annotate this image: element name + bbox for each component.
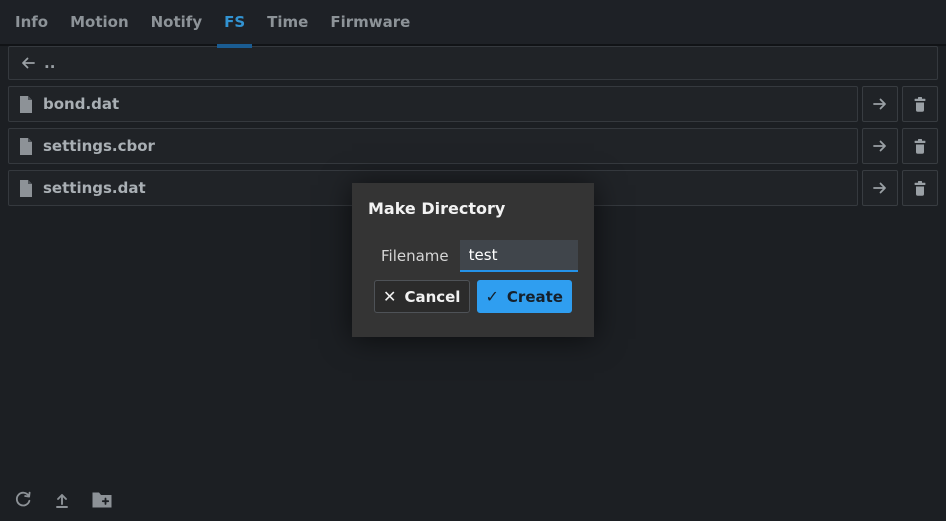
arrow-right-icon bbox=[871, 179, 889, 197]
new-folder-button[interactable] bbox=[92, 492, 112, 508]
file-name: settings.dat bbox=[43, 179, 146, 197]
trash-icon bbox=[911, 95, 929, 113]
delete-file-button[interactable] bbox=[902, 128, 938, 164]
file-line: bond.dat bbox=[8, 86, 938, 122]
file-name: settings.cbor bbox=[43, 137, 155, 155]
tab-fs[interactable]: FS bbox=[224, 0, 245, 44]
create-button[interactable]: ✓ Create bbox=[477, 280, 573, 313]
dialog-title: Make Directory bbox=[368, 199, 578, 218]
filename-label: Filename bbox=[381, 247, 449, 265]
tab-bar: Info Motion Notify FS Time Firmware bbox=[0, 0, 946, 46]
delete-file-button[interactable] bbox=[902, 170, 938, 206]
arrow-right-icon bbox=[871, 137, 889, 155]
open-file-button[interactable] bbox=[862, 128, 898, 164]
refresh-button[interactable] bbox=[14, 491, 32, 509]
filename-field-row: Filename bbox=[368, 240, 578, 272]
parent-directory-label: .. bbox=[44, 54, 55, 72]
file-icon bbox=[19, 96, 33, 113]
new-folder-icon bbox=[92, 492, 112, 508]
x-icon: ✕ bbox=[383, 287, 396, 306]
open-file-button[interactable] bbox=[862, 170, 898, 206]
upload-button[interactable] bbox=[53, 491, 71, 509]
trash-icon bbox=[911, 137, 929, 155]
make-directory-dialog: Make Directory Filename ✕ Cancel ✓ Creat… bbox=[352, 183, 594, 337]
open-file-button[interactable] bbox=[862, 86, 898, 122]
bottom-toolbar bbox=[14, 491, 112, 509]
file-browser: .. bond.dat bbox=[0, 46, 946, 206]
upload-icon bbox=[53, 491, 71, 509]
file-row-settings-cbor[interactable]: settings.cbor bbox=[8, 128, 858, 164]
cancel-button-label: Cancel bbox=[404, 288, 460, 306]
tab-time[interactable]: Time bbox=[267, 0, 308, 44]
refresh-icon bbox=[14, 491, 32, 509]
file-row-bond-dat[interactable]: bond.dat bbox=[8, 86, 858, 122]
trash-icon bbox=[911, 179, 929, 197]
filename-input[interactable] bbox=[460, 240, 578, 272]
tab-notify[interactable]: Notify bbox=[151, 0, 202, 44]
tab-info[interactable]: Info bbox=[15, 0, 48, 44]
file-name: bond.dat bbox=[43, 95, 119, 113]
check-icon: ✓ bbox=[486, 287, 499, 306]
dialog-buttons: ✕ Cancel ✓ Create bbox=[368, 280, 578, 313]
file-icon bbox=[19, 138, 33, 155]
create-button-label: Create bbox=[507, 288, 563, 306]
cancel-button[interactable]: ✕ Cancel bbox=[374, 280, 470, 313]
tab-motion[interactable]: Motion bbox=[70, 0, 129, 44]
arrow-left-icon bbox=[19, 54, 37, 72]
parent-directory-row[interactable]: .. bbox=[8, 46, 938, 80]
delete-file-button[interactable] bbox=[902, 86, 938, 122]
arrow-right-icon bbox=[871, 95, 889, 113]
file-icon bbox=[19, 180, 33, 197]
file-line: settings.cbor bbox=[8, 128, 938, 164]
tab-firmware[interactable]: Firmware bbox=[330, 0, 410, 44]
